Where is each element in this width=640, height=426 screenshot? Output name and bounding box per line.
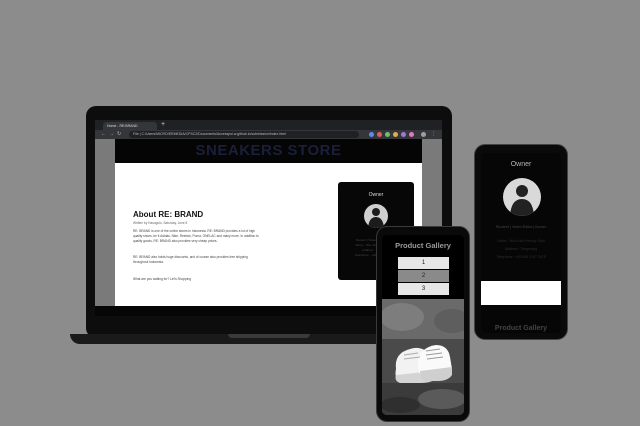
extension-icon[interactable] <box>385 132 390 137</box>
url-field[interactable]: File | C:/Users/MICRO/ERMEDIA/CPSC2/Docu… <box>129 131 359 138</box>
menu-kebab-icon[interactable]: ⋮ <box>431 130 436 139</box>
extension-icon[interactable] <box>377 132 382 137</box>
browser-tab[interactable]: Home - RE:BRAND <box>103 122 157 130</box>
browser-tab-bar: Home - RE:BRAND + <box>95 120 442 130</box>
phone-front: Product Gallery 1 2 3 <box>376 226 470 422</box>
new-tab-button[interactable]: + <box>161 121 165 129</box>
owner-avatar <box>503 178 541 216</box>
page-gutter-left <box>95 139 115 316</box>
extension-icon[interactable] <box>369 132 374 137</box>
gallery-slide-button-2[interactable]: 2 <box>398 270 449 282</box>
owner-detail-line: Name : Nico Aldo Hendry Sani <box>497 239 545 243</box>
gallery-heading: Product Gallery <box>395 241 451 250</box>
gallery-slide-button-1[interactable]: 1 <box>398 257 449 269</box>
site-title: SNEAKERS STORE <box>195 142 342 159</box>
owner-detail-line: Telephone : +62 895 1747 2478 <box>496 255 546 259</box>
about-byline: Written by Hasugolo, Saturday, June 8 <box>133 221 188 225</box>
extension-icon[interactable] <box>393 132 398 137</box>
owner-avatar <box>364 204 388 228</box>
phone-right: Owner Student | Video Editor| Gamer Name… <box>474 144 568 340</box>
sneaker-image <box>382 299 464 415</box>
reload-icon[interactable]: ↻ <box>117 130 121 139</box>
person-silhouette-icon <box>368 208 384 228</box>
sneaker-photo <box>382 299 464 415</box>
profile-avatar[interactable] <box>421 132 426 137</box>
gallery-slide-button-3[interactable]: 3 <box>398 283 449 295</box>
extension-icon[interactable] <box>401 132 406 137</box>
gallery-heading: Product Gallery <box>494 325 548 332</box>
phone-right-screen: Owner Student | Video Editor| Gamer Name… <box>481 153 561 333</box>
white-section <box>481 281 561 305</box>
phone-front-screen: Product Gallery 1 2 3 <box>382 235 464 415</box>
browser-address-bar: ← → ↻ File | C:/Users/MICRO/ERMEDIA/CPSC… <box>95 130 442 139</box>
owner-details: Name : Nico Aldo Hendry Sani Address : T… <box>481 237 561 261</box>
back-arrow-icon[interactable]: ← <box>101 130 106 139</box>
about-paragraph: RE: BRAND also holds huge discounts, and… <box>133 255 248 264</box>
forward-arrow-icon[interactable]: → <box>109 130 114 139</box>
laptop-notch <box>228 334 310 338</box>
about-heading: About RE: BRAND <box>133 210 204 219</box>
site-header: SNEAKERS STORE <box>115 139 422 163</box>
owner-heading: Owner <box>368 192 384 198</box>
person-silhouette-icon <box>510 185 534 216</box>
about-paragraph: RE: BRAND is one of the online stores in… <box>133 229 259 243</box>
owner-heading: Owner <box>510 161 532 168</box>
owner-detail-line: Address : Tangerang <box>504 247 538 251</box>
about-paragraph: What are you waiting for? Let's Shopping <box>133 277 192 281</box>
extension-icon[interactable] <box>409 132 414 137</box>
owner-role: Student | Video Editor| Gamer <box>495 225 547 229</box>
